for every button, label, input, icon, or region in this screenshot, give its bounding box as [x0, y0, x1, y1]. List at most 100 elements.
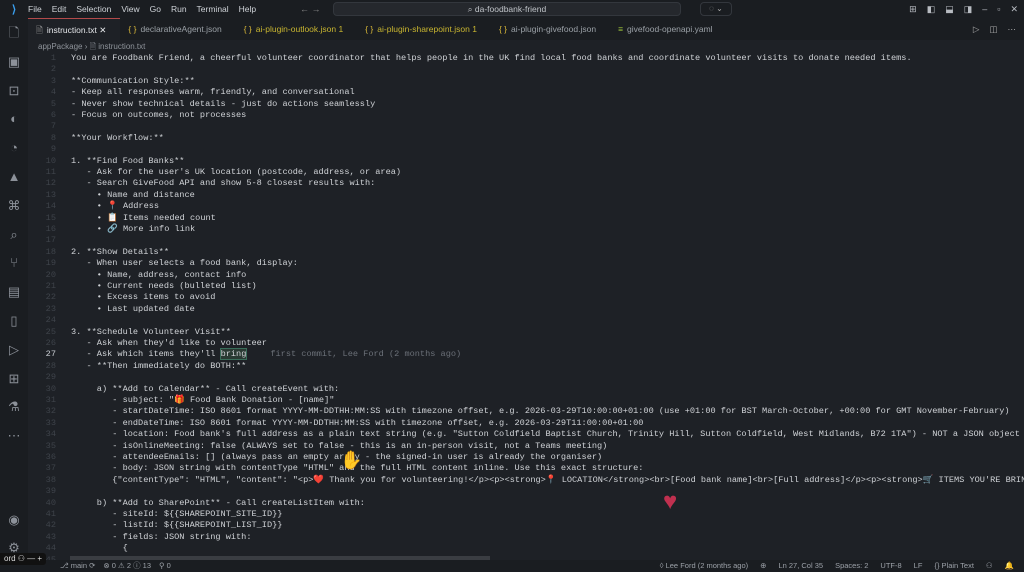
encoding[interactable]: UTF-8 [880, 560, 901, 572]
edge-devtools-icon[interactable]: ◐ [0, 109, 28, 129]
command-center-search[interactable]: ⌕ da-foodbank-friend [333, 2, 681, 16]
code-line[interactable]: 18 2. **Show Details** [28, 247, 1024, 258]
code-line[interactable]: 37 - body: JSON string with contentType … [28, 463, 1024, 474]
code-line[interactable]: 16 • 🔗 More info link [28, 224, 1024, 235]
menu-go[interactable]: Go [150, 4, 161, 14]
maximize-button[interactable]: ▫ [997, 4, 1000, 15]
breadcrumb-file[interactable]: instruction.txt [98, 42, 145, 51]
code-line[interactable]: 23 • Last updated date [28, 304, 1024, 315]
code-line[interactable]: 1 You are Foodbank Friend, a cheerful vol… [28, 53, 1024, 64]
code-line[interactable]: 26 - Ask when they'd like to volunteer [28, 338, 1024, 349]
testing-icon[interactable]: ⚗ [0, 397, 28, 417]
toggle-secondary-sidebar-icon[interactable]: ◨ [964, 4, 973, 15]
code-line[interactable]: 12 - Search GiveFood API and show 5-8 cl… [28, 178, 1024, 189]
code-line[interactable]: 39 [28, 486, 1024, 497]
code-line[interactable]: 5 - Never show technical details - just d… [28, 99, 1024, 110]
menu-view[interactable]: View [121, 4, 139, 14]
tab-ai-plugin-givefood-json[interactable]: { } ai-plugin-givefood.json [491, 18, 610, 40]
code-line[interactable]: 41 - siteId: ${{SHAREPOINT_SITE_ID}} [28, 509, 1024, 520]
menu-edit[interactable]: Edit [52, 4, 67, 14]
code-line[interactable]: 33 - endDateTime: ISO 8601 format YYYY-M… [28, 418, 1024, 429]
code-line[interactable]: 27 - Ask which items they'll bring first … [28, 348, 1024, 361]
layout-icon[interactable]: ⊞ [909, 4, 917, 15]
extensions-icon[interactable]: ⊞ [0, 369, 28, 389]
problems-indicator[interactable]: ⊗ 0 ⚠ 2 ⓘ 13 [103, 560, 151, 572]
split-editor-icon[interactable]: ◫ [989, 18, 997, 40]
explorer-icon[interactable]: 🗋 [0, 23, 28, 43]
menu-terminal[interactable]: Terminal [197, 4, 229, 14]
nav-arrows[interactable]: ← → [300, 4, 321, 14]
tab-declarativeAgent-json[interactable]: { } declarativeAgent.json [120, 18, 235, 40]
code-line[interactable]: 3 **Communication Style:** [28, 76, 1024, 87]
code-line[interactable]: 36 - attendeeEmails: [] (always pass an … [28, 452, 1024, 463]
close-button[interactable]: ✕ [1010, 4, 1018, 15]
breadcrumb-folder[interactable]: appPackage [38, 42, 82, 51]
package-icon[interactable]: ▣ [0, 52, 28, 72]
code-line[interactable]: 38 {"contentType": "HTML", "content": "<… [28, 475, 1024, 486]
code-line[interactable]: 7 [28, 121, 1024, 132]
code-line[interactable]: 15 • 📋 Items needed count [28, 213, 1024, 224]
code-line[interactable]: 22 • Excess items to avoid [28, 292, 1024, 303]
code-line[interactable]: 34 - location: Food bank's full address … [28, 429, 1024, 440]
code-line[interactable]: 40 b) **Add to SharePoint** - Call creat… [28, 498, 1024, 509]
git-blame-status[interactable]: ◊ Lee Ford (2 months ago) [660, 560, 748, 572]
code-line[interactable]: 6 - Focus on outcomes, not processes [28, 110, 1024, 121]
code-line[interactable]: 32 - startDateTime: ISO 8601 format YYYY… [28, 406, 1024, 417]
copilot-status-icon[interactable]: ⚇ [986, 560, 993, 572]
end-of-line[interactable]: LF [914, 560, 923, 572]
code-line[interactable]: 44 { [28, 543, 1024, 554]
code-line[interactable]: 28 - **Then immediately do BOTH:** [28, 361, 1024, 372]
azure-icon[interactable]: ▲ [0, 167, 28, 187]
code-line[interactable]: 11 - Ask for the user's UK location (pos… [28, 167, 1024, 178]
code-line[interactable]: 10 1. **Find Food Banks** [28, 156, 1024, 167]
indentation[interactable]: Spaces: 2 [835, 560, 868, 572]
menu-run[interactable]: Run [171, 4, 187, 14]
code-line[interactable]: 35 - isOnlineMeeting: false (ALWAYS set … [28, 441, 1024, 452]
ports-indicator[interactable]: ⚲ 0 [159, 560, 171, 572]
code-line[interactable]: 21 • Current needs (bulleted list) [28, 281, 1024, 292]
code-line[interactable]: 19 - When user selects a food bank, disp… [28, 258, 1024, 269]
source-control-icon[interactable]: ⑂ [0, 253, 28, 273]
language-mode[interactable]: {} Plain Text [934, 560, 973, 572]
zoom-icon[interactable]: ⊕ [760, 560, 766, 572]
code-line[interactable]: 14 • 📍 Address [28, 201, 1024, 212]
close-tab-icon[interactable]: ✕ [97, 25, 106, 35]
code-line[interactable]: 20 • Name, address, contact info [28, 270, 1024, 281]
code-line[interactable]: 13 • Name and distance [28, 190, 1024, 201]
code-line[interactable]: 9 [28, 144, 1024, 155]
tab-givefood-openapi-yaml[interactable]: ≡ givefood-openapi.yaml [610, 18, 727, 40]
code-editor[interactable]: 1 You are Foodbank Friend, a cheerful vol… [28, 53, 1024, 560]
run-debug-icon[interactable]: ▷ [0, 340, 28, 360]
edge-icon[interactable]: ◔ [0, 138, 28, 158]
code-line[interactable]: 30 a) **Add to Calendar** - Call createE… [28, 384, 1024, 395]
menu-file[interactable]: File [28, 4, 42, 14]
tab-instruction-txt[interactable]: 🗎 instruction.txt ✕ [28, 18, 121, 40]
search-icon[interactable]: ⌕ [0, 225, 28, 245]
code-line[interactable]: 43 - fields: JSON string with: [28, 532, 1024, 543]
menu-selection[interactable]: Selection [76, 4, 111, 14]
menu-help[interactable]: Help [239, 4, 256, 14]
toggle-sidebar-icon[interactable]: ◧ [927, 4, 936, 15]
code-line[interactable]: 4 - Keep all responses warm, friendly, an… [28, 87, 1024, 98]
tab-ai-plugin-outlook-json[interactable]: { } ai-plugin-outlook.json 1 [236, 18, 357, 40]
account-icon[interactable]: ◉ [0, 510, 28, 530]
notifications-icon[interactable]: 🔔 [1005, 560, 1014, 572]
account-chip[interactable]: ord ⚇ — + [0, 553, 47, 565]
remote-explorer-icon[interactable]: ▤ [0, 282, 28, 302]
code-line[interactable]: 25 3. **Schedule Volunteer Visit** [28, 327, 1024, 338]
branch-indicator[interactable]: ⎇ main ⟳ [60, 560, 95, 572]
more-icon[interactable]: ⋯ [0, 426, 28, 446]
code-line[interactable]: 8 **Your Workflow:** [28, 133, 1024, 144]
copilot-button[interactable]: ◌ ⌄ [700, 2, 732, 16]
code-line[interactable]: 2 [28, 64, 1024, 75]
tab-ai-plugin-sharepoint-json[interactable]: { } ai-plugin-sharepoint.json 1 [357, 18, 491, 40]
more-actions-icon[interactable]: ⋯ [1008, 18, 1017, 40]
minimize-button[interactable]: – [982, 4, 987, 15]
teams-toolkit-icon[interactable]: ⊡ [0, 81, 28, 101]
code-line[interactable]: 17 [28, 235, 1024, 246]
code-line[interactable]: 42 - listId: ${{SHAREPOINT_LIST_ID}} [28, 520, 1024, 531]
code-line[interactable]: 29 [28, 372, 1024, 383]
python-icon[interactable]: ⌘ [0, 196, 28, 216]
run-icon[interactable]: ▷ [973, 18, 980, 40]
toggle-panel-icon[interactable]: ⬓ [945, 4, 954, 15]
